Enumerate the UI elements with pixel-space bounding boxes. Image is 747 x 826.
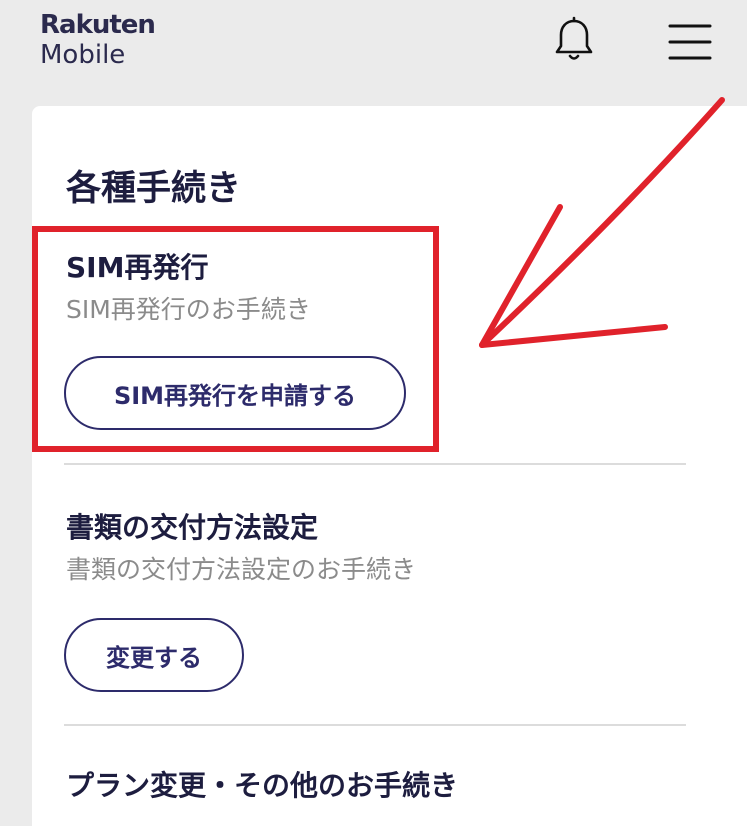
bell-icon[interactable] <box>552 16 596 64</box>
app-header: Rakuten Mobile <box>0 0 747 100</box>
divider <box>64 724 686 726</box>
annotation-arrow <box>479 97 725 348</box>
section-title: 各種手続き <box>66 169 242 209</box>
document-delivery-title: 書類の交付方法設定 <box>66 511 319 544</box>
document-delivery-description: 書類の交付方法設定のお手続き <box>66 555 417 584</box>
logo-text-bottom: Mobile <box>40 40 126 70</box>
plan-change-title[interactable]: プラン変更・その他のお手続き <box>66 764 458 804</box>
divider <box>64 463 686 465</box>
hamburger-menu-icon[interactable] <box>666 22 714 62</box>
change-button[interactable]: 変更する <box>64 618 244 692</box>
logo-text-top: Rakuten <box>40 10 156 40</box>
annotation-highlight-box <box>32 226 439 452</box>
rakuten-mobile-logo[interactable]: Rakuten Mobile <box>40 10 156 70</box>
